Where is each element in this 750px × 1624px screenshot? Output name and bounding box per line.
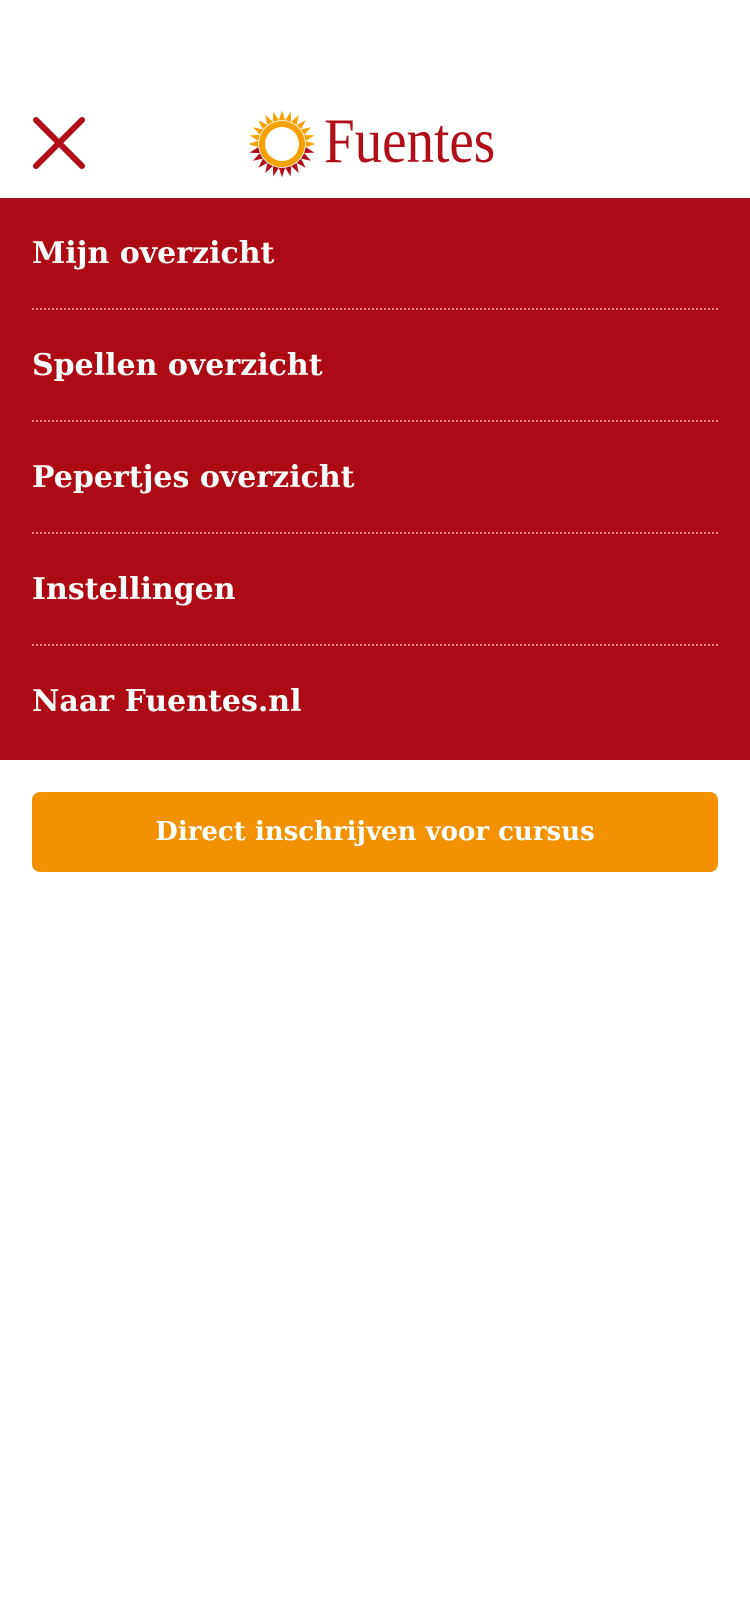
sun-ray [285, 166, 292, 177]
sun-ray [272, 166, 279, 177]
enroll-course-button[interactable]: Direct inschrijven voor cursus [32, 792, 718, 872]
mobile-menu-screen: Fuentes Mijn overzicht Spellen overzicht… [0, 0, 750, 1624]
menu-item-label: Pepertjes overzicht [32, 460, 355, 495]
close-icon [33, 117, 85, 169]
logo-wordmark: Fuentes [324, 105, 496, 176]
menu-item-pepertjes-overzicht[interactable]: Pepertjes overzicht [32, 422, 718, 534]
menu-item-label: Naar Fuentes.nl [32, 684, 302, 719]
sun-ray [305, 140, 316, 148]
sun-ray [278, 167, 286, 178]
menu-item-label: Spellen overzicht [32, 348, 323, 383]
sun-ray [304, 134, 315, 141]
enroll-course-label: Direct inschrijven voor cursus [155, 817, 595, 847]
menu-item-spellen-overzicht[interactable]: Spellen overzicht [32, 310, 718, 422]
menu-item-mijn-overzicht[interactable]: Mijn overzicht [32, 198, 718, 310]
sun-ray [248, 140, 259, 148]
menu-item-instellingen[interactable]: Instellingen [32, 534, 718, 646]
menu-item-label: Mijn overzicht [32, 236, 275, 271]
sun-ray [285, 111, 292, 122]
sun-ray [249, 147, 260, 154]
menu-item-label: Instellingen [32, 572, 236, 607]
sun-ray [272, 111, 279, 122]
sun-logo-icon [248, 110, 316, 178]
sun-ray [249, 134, 260, 141]
app-header: Fuentes [0, 0, 750, 198]
fuentes-logo[interactable]: Fuentes [248, 108, 523, 180]
sun-ray [278, 110, 286, 121]
close-menu-button[interactable] [28, 112, 90, 174]
menu-item-naar-fuentes[interactable]: Naar Fuentes.nl [32, 646, 718, 758]
sun-ray [304, 147, 315, 154]
main-menu: Mijn overzicht Spellen overzicht Pepertj… [0, 198, 750, 760]
